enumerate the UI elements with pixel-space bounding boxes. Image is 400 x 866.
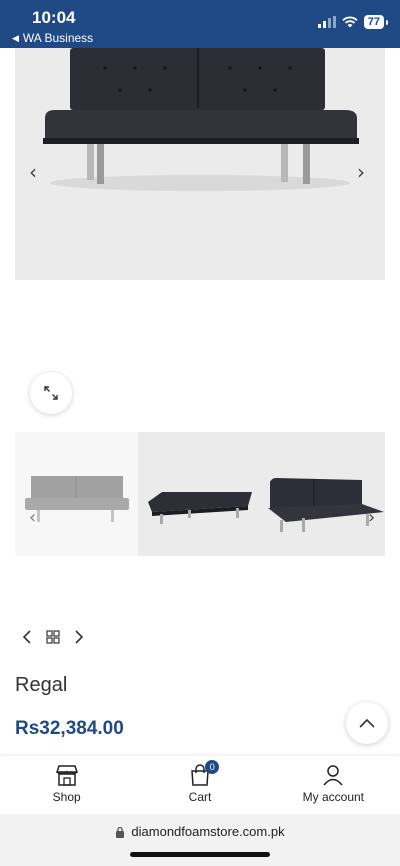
status-icons: 77 (317, 15, 389, 29)
thumbnail-3[interactable]: › (262, 432, 385, 556)
wifi-icon (342, 16, 358, 28)
thumbnail-sofa-angle-picture (268, 478, 384, 532)
nav-shop-label: Shop (52, 790, 81, 804)
nav-shop[interactable]: Shop (0, 756, 133, 814)
bottom-nav: Shop 0 Cart My account (0, 756, 400, 814)
product-title: Regal (15, 674, 68, 696)
thumbnail-1[interactable]: ‹ (15, 432, 138, 556)
home-indicator[interactable] (130, 852, 270, 857)
chevron-right-icon[interactable]: › (357, 162, 365, 182)
lock-icon (116, 826, 125, 838)
nav-cart-label: Cart (188, 790, 212, 804)
sofa-main-picture (43, 48, 359, 191)
gallery-nav (22, 630, 84, 644)
product-main-image[interactable]: ‹ › (15, 48, 385, 280)
browser-url-bar[interactable]: diamondfoamstore.com.pk (0, 814, 400, 866)
battery-icon: 77 (363, 15, 389, 29)
back-triangle-icon: ◀ (12, 32, 19, 43)
user-icon (323, 765, 343, 786)
zoom-button[interactable] (30, 372, 72, 414)
shop-icon (55, 765, 78, 786)
expand-icon (44, 386, 58, 400)
prev-product-icon[interactable] (22, 630, 32, 644)
page: 10:04 ◀ WA Business 77 ‹ › ‹ › Regal Rs3… (0, 0, 400, 866)
chevron-left-icon[interactable]: ‹ (29, 162, 37, 182)
thumbnail-sofa-bed-picture (148, 492, 252, 524)
product-price: Rs32,384.00 (15, 718, 124, 739)
grid-icon[interactable] (46, 630, 60, 644)
thumbnail-sofa-picture (25, 476, 129, 522)
thumbnail-strip: ‹ › (15, 432, 385, 556)
status-bar: 10:04 ◀ WA Business 77 (0, 0, 400, 48)
nav-cart[interactable]: 0 Cart (133, 756, 266, 814)
url-display[interactable]: diamondfoamstore.com.pk (0, 824, 400, 839)
nav-account[interactable]: My account (267, 756, 400, 814)
back-to-app-link[interactable]: ◀ WA Business (12, 31, 93, 45)
url-text: diamondfoamstore.com.pk (131, 824, 285, 839)
nav-account-label: My account (302, 790, 364, 804)
chevron-up-icon (359, 718, 375, 728)
status-time: 10:04 (32, 8, 76, 27)
cart-count-badge: 0 (205, 760, 220, 774)
back-app-label: WA Business (22, 31, 94, 45)
signal-icon (317, 16, 336, 28)
thumbnail-2[interactable] (138, 432, 262, 556)
next-product-icon[interactable] (74, 630, 84, 644)
thumb-chevron-right-icon[interactable]: › (368, 508, 375, 528)
scroll-to-top-button[interactable] (346, 702, 388, 744)
thumb-chevron-left-icon[interactable]: ‹ (29, 508, 36, 528)
